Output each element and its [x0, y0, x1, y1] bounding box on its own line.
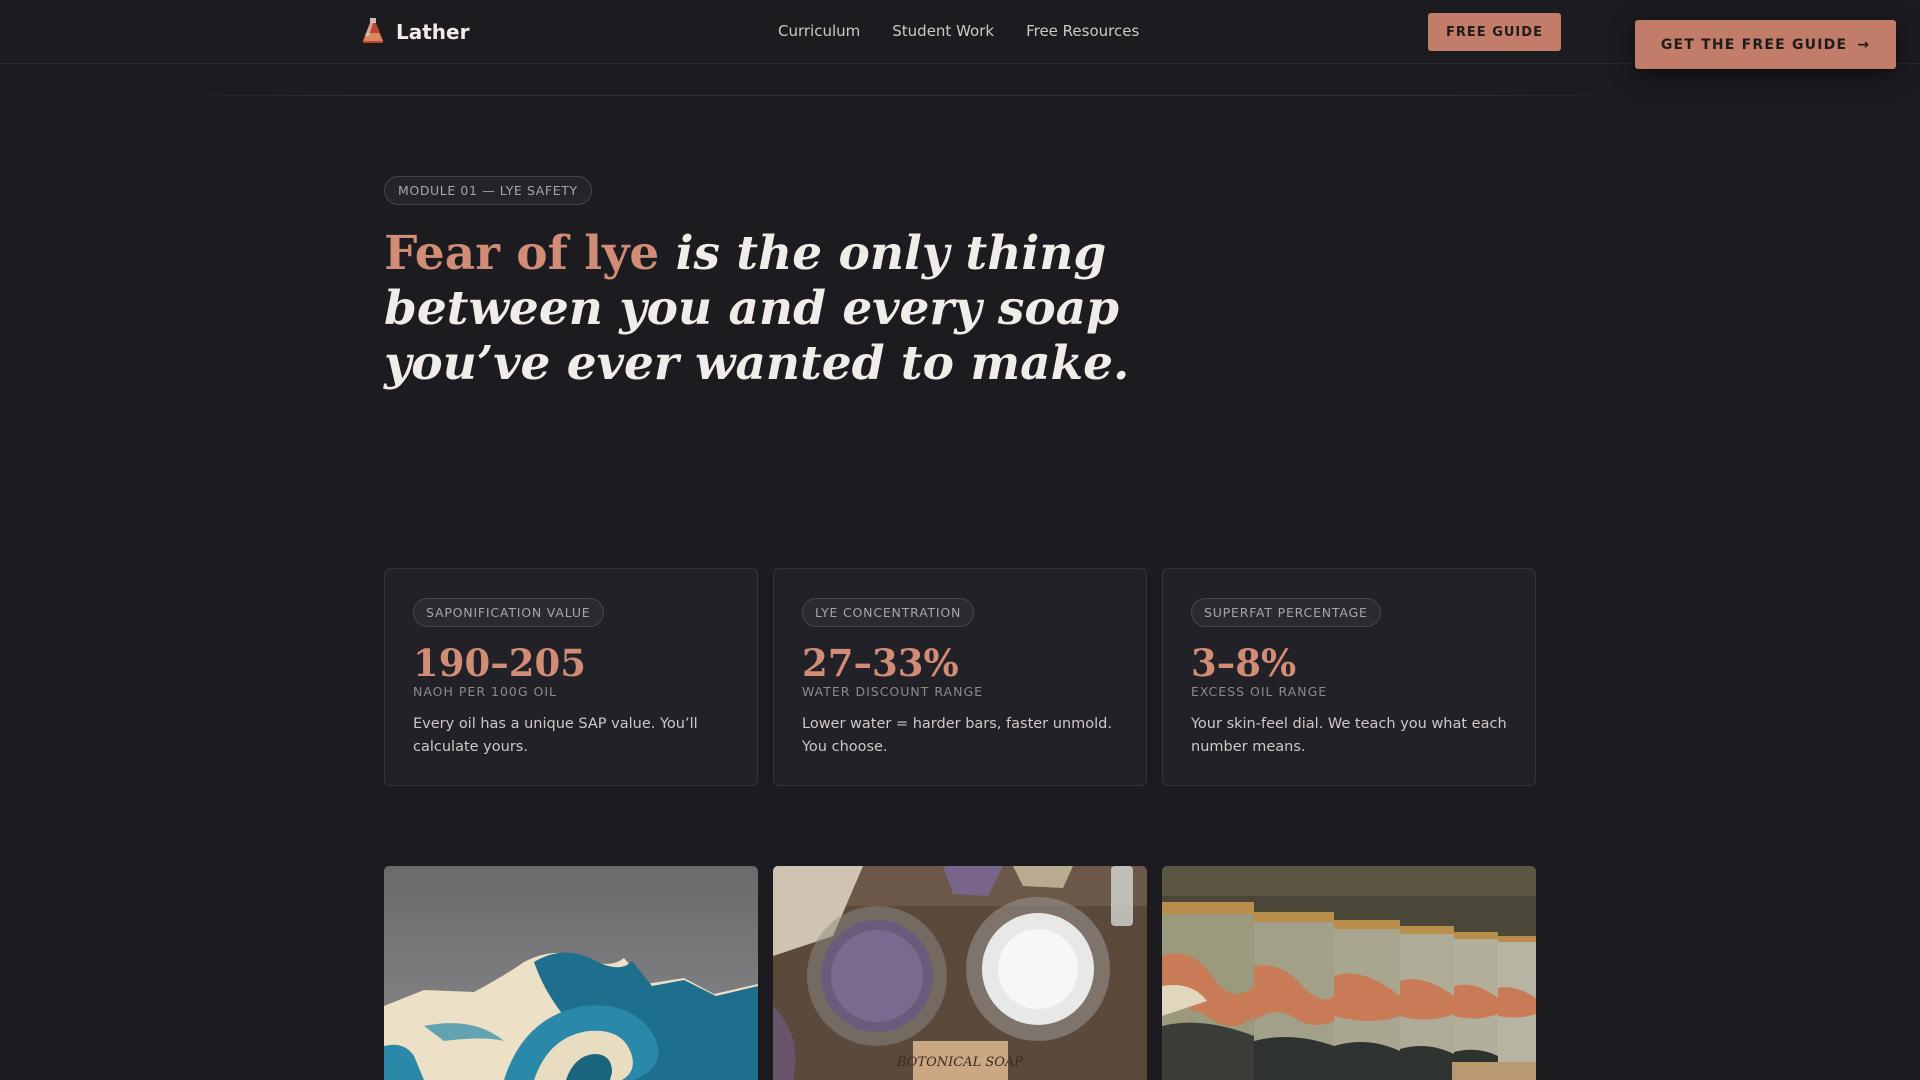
photo-swirl-soap [384, 866, 758, 1080]
arrow-right-icon: → [1857, 36, 1871, 53]
get-free-guide-button[interactable]: GET THE FREE GUIDE → [1635, 20, 1896, 69]
nav-links: Curriculum Student Work Free Resources [778, 22, 1139, 40]
photo-soap-bars [1162, 866, 1536, 1080]
stat-tag: LYE CONCENTRATION [802, 598, 975, 627]
photo-ingredients: BOTONICAL SOAP [773, 866, 1147, 1080]
stat-value: 190–205 [413, 641, 586, 685]
top-nav: Lather Curriculum Student Work Free Reso… [0, 0, 1920, 64]
stat-card-saponification: SAPONIFICATION VALUE 190–205 NAOH PER 10… [384, 568, 758, 786]
stat-description: Lower water = harder bars, faster unmold… [802, 716, 1112, 755]
headline-accent: Fear of lye [384, 226, 660, 281]
stat-description: Every oil has a unique SAP value. You’ll… [413, 716, 698, 755]
module-badge: MODULE 01 — LYE SAFETY [384, 176, 592, 205]
soap-label-text: BOTONICAL SOAP [896, 1055, 1023, 1070]
stat-tag: SUPERFAT PERCENTAGE [1191, 598, 1381, 627]
stat-description: Your skin-feel dial. We teach you what e… [1191, 716, 1507, 755]
nav-free-resources[interactable]: Free Resources [1026, 22, 1139, 40]
hero-headline: Fear of lye is the only thing between yo… [384, 226, 1184, 391]
nav-student-work[interactable]: Student Work [892, 22, 994, 40]
stat-value: 27–33% [802, 641, 959, 685]
get-free-guide-label: GET THE FREE GUIDE [1660, 36, 1848, 53]
divider [135, 95, 1665, 96]
nav-curriculum[interactable]: Curriculum [778, 22, 860, 40]
stat-unit: NAOH PER 100G OIL [413, 684, 557, 699]
free-guide-button[interactable]: FREE GUIDE [1428, 13, 1561, 51]
stat-unit: EXCESS OIL RANGE [1191, 684, 1328, 699]
stat-unit: WATER DISCOUNT RANGE [802, 684, 984, 699]
stat-tag: SAPONIFICATION VALUE [413, 598, 604, 627]
stat-value: 3–8% [1191, 641, 1297, 685]
stat-card-lye-concentration: LYE CONCENTRATION 27–33% WATER DISCOUNT … [773, 568, 1147, 786]
stat-card-superfat: SUPERFAT PERCENTAGE 3–8% EXCESS OIL RANG… [1162, 568, 1536, 786]
brand-logo[interactable]: Lather [360, 18, 469, 46]
flask-icon [360, 16, 386, 48]
brand-name: Lather [396, 20, 470, 44]
